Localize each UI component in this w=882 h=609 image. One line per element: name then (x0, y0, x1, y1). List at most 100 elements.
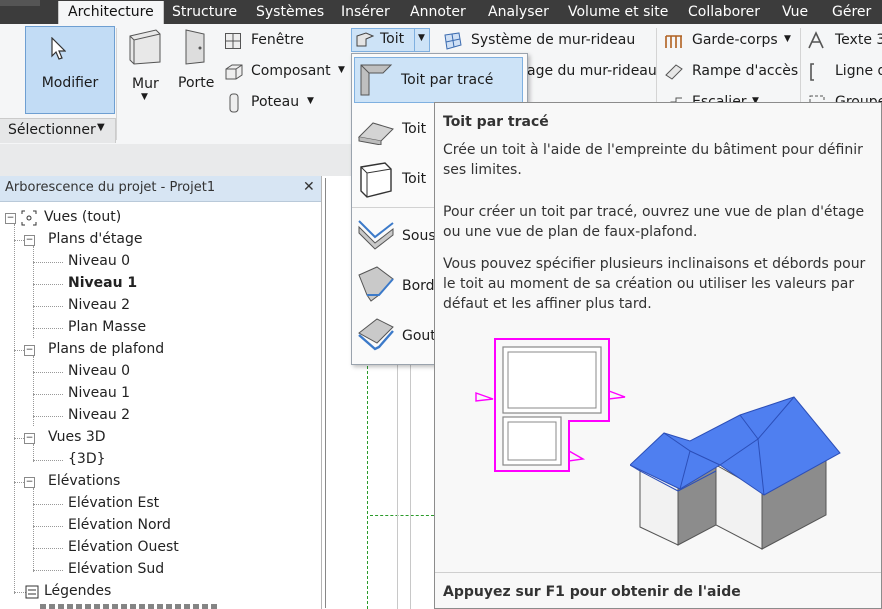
mur-label: Mur (132, 76, 159, 92)
collapse-icon[interactable]: − (5, 213, 16, 224)
tab-systemes[interactable]: Systèmes (256, 0, 324, 24)
tree-item-3d[interactable]: {3D} (68, 451, 106, 467)
menu-item-toit-par-trace[interactable]: Toit par tracé (354, 57, 523, 103)
ribbon-separator (116, 28, 117, 140)
menu-item-gouttiere[interactable]: Gout (352, 311, 436, 357)
tree-guide (33, 526, 63, 527)
menu-item-label: Sous (402, 228, 436, 244)
tab-volume-et-site[interactable]: Volume et site (568, 0, 668, 24)
modifier-label: Modifier (41, 75, 99, 91)
ligne-label: Ligne d (835, 63, 882, 79)
tooltip-instructions: Pour créer un toit par tracé, ouvrez une… (443, 204, 865, 240)
menu-item-sous-face[interactable]: Sous (352, 211, 436, 257)
tooltip-divider (435, 572, 881, 573)
roof-icon (356, 32, 374, 47)
menu-item-toit-extrusion[interactable]: Toit (352, 107, 434, 153)
fenetre-button[interactable]: Fenêtre (224, 30, 344, 52)
tab-analyser[interactable]: Analyser (488, 0, 549, 24)
ramp-icon (665, 64, 683, 80)
menu-item-toit-face[interactable]: Toit (352, 157, 434, 203)
selectionner-panel-label[interactable]: Sélectionner ▼ (0, 118, 116, 143)
tree-guide (33, 306, 63, 307)
tree-node-vues-3d[interactable]: Vues 3D (48, 429, 106, 445)
footprint-roof-icon (360, 64, 393, 96)
tree-guide (33, 246, 34, 338)
tree-item-plafond-niveau-0[interactable]: Niveau 0 (68, 363, 130, 379)
rampe-acces-label: Rampe d'accès (692, 63, 799, 79)
menu-separator (352, 207, 434, 208)
chevron-down-icon: ▼ (97, 122, 105, 133)
tab-vue[interactable]: Vue (782, 0, 808, 24)
wall-icon (129, 29, 161, 65)
tree-item-elevation-est[interactable]: Elévation Est (68, 495, 159, 511)
tree-node-plans-etage[interactable]: Plans d'étage (48, 231, 142, 247)
collapse-icon[interactable]: − (24, 345, 35, 356)
tree-item-elevation-ouest[interactable]: Elévation Ouest (68, 539, 179, 555)
poteau-button[interactable]: Poteau ▼ (224, 92, 324, 114)
chevron-down-icon: ▼ (307, 96, 314, 106)
tree-item-elevation-nord[interactable]: Elévation Nord (68, 517, 171, 533)
tree-guide (33, 488, 34, 572)
legend-icon (25, 585, 39, 599)
railing-icon (665, 35, 682, 48)
tree-guide (33, 372, 63, 373)
tooltip-help-hint: Appuyez sur F1 pour obtenir de l'aide (443, 584, 741, 600)
project-browser-header: Arborescence du projet - Projet1 ✕ (0, 176, 321, 202)
tree-item-niveau-2[interactable]: Niveau 2 (68, 297, 130, 313)
tooltip-toit-par-trace: Toit par tracé Crée un toit à l'aide de … (434, 102, 882, 609)
rampe-acces-button[interactable]: Rampe d'accès (664, 61, 800, 83)
mur-button[interactable]: Mur ▼ (122, 28, 168, 108)
texte-3d-button[interactable]: Texte 3 (806, 30, 882, 52)
footprint-sketch-illustration (475, 338, 626, 472)
tab-architecture[interactable]: Architecture (58, 1, 164, 24)
menu-item-label: Toit (402, 121, 427, 137)
tree-node-vues-tout[interactable]: Vues (tout) (44, 209, 121, 225)
tab-annoter[interactable]: Annoter (410, 0, 466, 24)
tree-item-plan-masse[interactable]: Plan Masse (68, 319, 146, 335)
texte-3d-label: Texte 3 (835, 32, 882, 48)
tree-node-elevations[interactable]: Elévations (48, 473, 120, 489)
garde-corps-button[interactable]: Garde-corps ▼ (664, 30, 800, 52)
systeme-mur-rideau-button[interactable]: Système de mur-rideau (443, 30, 653, 52)
ribbon-tab-bar: Architecture Structure Systèmes Insérer … (0, 0, 882, 24)
ligne-button[interactable]: Ligne d (806, 61, 882, 83)
menu-item-bordure[interactable]: Bord (352, 261, 435, 307)
close-icon[interactable]: ✕ (303, 179, 315, 195)
garde-corps-label: Garde-corps (692, 32, 778, 48)
fenetre-label: Fenêtre (251, 32, 304, 48)
porte-button[interactable]: Porte (174, 28, 218, 98)
chevron-down-icon[interactable]: ▼ (418, 33, 425, 43)
composant-label: Composant (251, 63, 331, 79)
curtain-system-icon (444, 32, 462, 50)
tab-collaborer[interactable]: Collaborer (688, 0, 760, 24)
tooltip-description: Crée un toit à l'aide de l'empreinte du … (443, 142, 863, 178)
project-browser-title: Arborescence du projet - Projet1 (5, 180, 216, 195)
chevron-down-icon: ▼ (784, 34, 791, 44)
tab-inserer[interactable]: Insérer (341, 0, 390, 24)
menu-item-label: Bord (402, 278, 435, 294)
tree-item-plafond-niveau-2[interactable]: Niveau 2 (68, 407, 130, 423)
poteau-label: Poteau (251, 94, 300, 110)
tree-item-niveau-1-active[interactable]: Niveau 1 (68, 275, 137, 291)
tree-item-elevation-sud[interactable]: Elévation Sud (68, 561, 164, 577)
tree-guide (33, 328, 63, 329)
modifier-button[interactable]: Modifier (25, 26, 115, 114)
tree-item-plafond-niveau-1[interactable]: Niveau 1 (68, 385, 130, 401)
tooltip-title: Toit par tracé (443, 114, 549, 130)
quadrillage-mur-rideau-label[interactable]: age du mur-rideau (527, 63, 657, 79)
collapse-icon[interactable]: − (24, 235, 35, 246)
collapse-icon[interactable]: − (24, 433, 35, 444)
gutter-icon (358, 318, 394, 351)
composant-button[interactable]: Composant ▼ (224, 61, 348, 83)
toit-button[interactable]: Toit ▼ (351, 28, 430, 52)
face-roof-icon (360, 162, 392, 198)
tab-gerer[interactable]: Gérer (832, 0, 871, 24)
tab-structure[interactable]: Structure (172, 0, 237, 24)
tree-guide (33, 460, 63, 461)
tree-guide (33, 262, 63, 263)
collapse-icon[interactable]: − (24, 477, 35, 488)
tree-node-plans-plafond[interactable]: Plans de plafond (48, 341, 164, 357)
tree-guide (33, 504, 63, 505)
tree-node-legendes[interactable]: Légendes (44, 583, 111, 599)
tree-item-niveau-0[interactable]: Niveau 0 (68, 253, 130, 269)
